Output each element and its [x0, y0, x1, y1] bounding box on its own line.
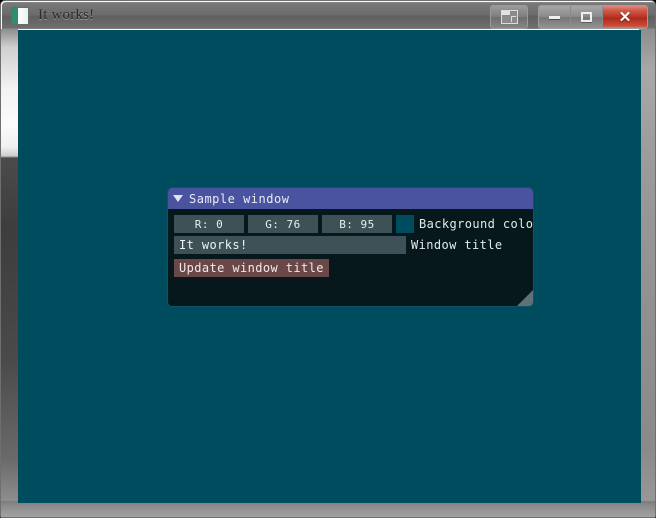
window-title-label: Window title: [411, 238, 503, 252]
rgb-slider-row: R: 0 G: 76 B: 95 Background color: [174, 215, 533, 233]
restore-window-button[interactable]: [490, 5, 528, 29]
os-titlebar[interactable]: It works! ✕: [2, 2, 655, 29]
slider-red-label: R: 0: [194, 217, 224, 231]
window-title-input[interactable]: It works!: [174, 236, 406, 254]
minimize-button[interactable]: [539, 6, 571, 28]
background-color-label: Background color: [419, 217, 533, 231]
update-window-title-button-label: Update window title: [179, 261, 324, 275]
window-frame-bottom-edge[interactable]: [1, 501, 655, 517]
slider-green[interactable]: G: 76: [248, 215, 318, 233]
window-control-group: ✕: [538, 5, 648, 29]
os-window: It works! ✕ Sample window R: 0 G: 76 B: …: [0, 0, 656, 518]
imgui-body: R: 0 G: 76 B: 95 Background color It wor…: [168, 209, 533, 306]
slider-blue[interactable]: B: 95: [322, 215, 392, 233]
slider-red[interactable]: R: 0: [174, 215, 244, 233]
window-title-input-value: It works!: [179, 238, 248, 252]
maximize-button[interactable]: [571, 6, 603, 28]
imgui-window-title: Sample window: [189, 191, 290, 206]
client-area: Sample window R: 0 G: 76 B: 95 Backgroun…: [18, 30, 641, 503]
slider-blue-label: B: 95: [339, 217, 375, 231]
window-frame-right-edge[interactable]: [639, 29, 655, 517]
resize-grip-icon[interactable]: [517, 290, 533, 306]
triangle-down-icon[interactable]: [173, 195, 183, 202]
app-icon: [11, 6, 29, 25]
window-frame-left-edge[interactable]: [1, 29, 18, 517]
restore-window-icon: [500, 10, 518, 24]
window-title-row: It works! Window title: [174, 236, 533, 254]
maximize-icon: [581, 12, 592, 22]
os-window-title: It works!: [38, 7, 95, 23]
close-button[interactable]: ✕: [603, 6, 647, 28]
minimize-icon: [549, 15, 560, 19]
window-controls: ✕: [490, 5, 648, 29]
update-button-row: Update window title: [174, 257, 533, 277]
imgui-sample-window[interactable]: Sample window R: 0 G: 76 B: 95 Backgroun…: [168, 188, 533, 306]
slider-green-label: G: 76: [265, 217, 301, 231]
imgui-titlebar[interactable]: Sample window: [168, 188, 533, 209]
background-color-swatch[interactable]: [396, 215, 414, 233]
close-icon: ✕: [618, 8, 632, 26]
update-window-title-button[interactable]: Update window title: [174, 259, 329, 277]
